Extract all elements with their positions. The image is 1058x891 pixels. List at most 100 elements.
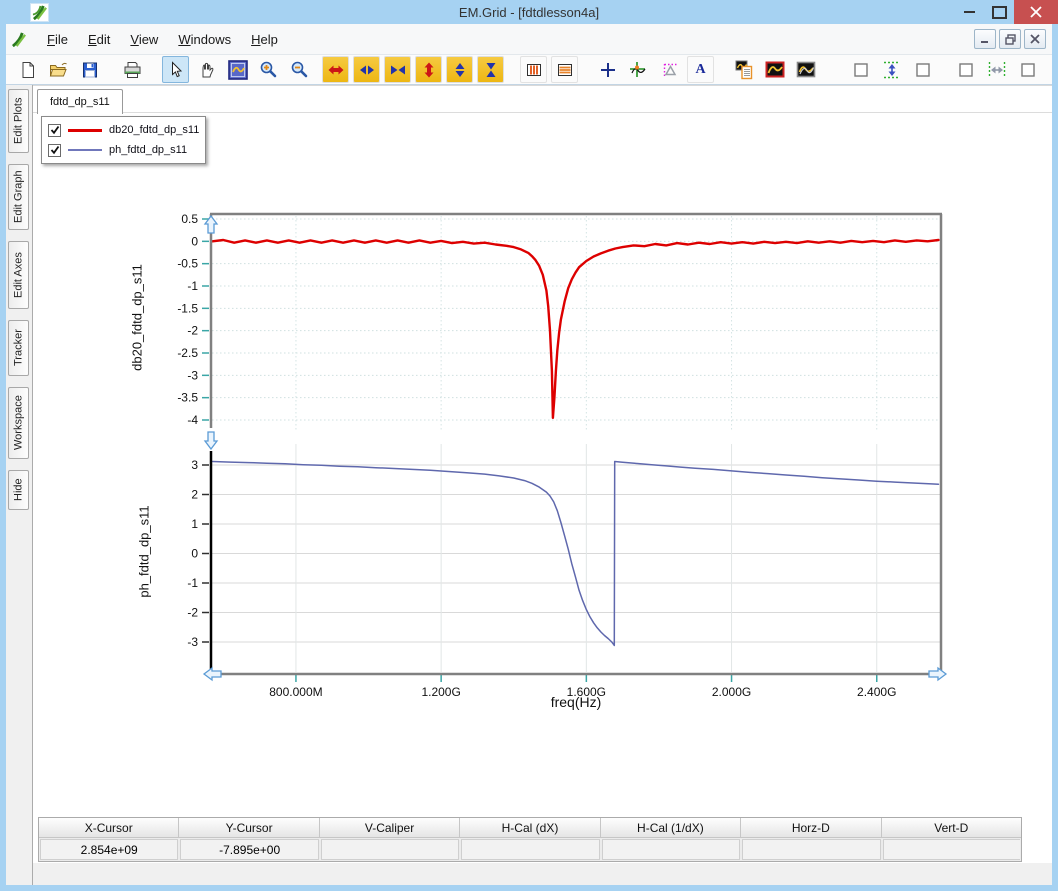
status-col-vert-d: Vert-D: [934, 820, 969, 835]
status-col-h-cal-dx: H-Cal (dX): [460, 818, 601, 837]
subplot-0-gridlines: [212, 216, 940, 431]
svg-text:0: 0: [191, 234, 198, 248]
minimize-button[interactable]: [954, 0, 984, 24]
vertical-spacing-left-checkbox[interactable]: [847, 56, 874, 83]
new-document-icon: [22, 61, 34, 78]
delta-caliper-button[interactable]: [656, 56, 683, 83]
mdi-restore-button[interactable]: [999, 29, 1021, 49]
crosshair-cursor-button[interactable]: [594, 56, 621, 83]
compress-x-icon: [390, 65, 405, 74]
close-button[interactable]: [1014, 0, 1058, 24]
document-tab-label: fdtd_dp_s11: [50, 96, 110, 108]
chart-canvas[interactable]: 0.5 0 -0.5 -1 -1.5 -2 -2.5 -3 -3.5 -4 3 2 1 0 -1 -2 -3 80…: [33, 86, 1052, 836]
horizontal-spacing-icon: [988, 61, 1005, 78]
sidebar-tab-workspace[interactable]: Workspace: [8, 387, 29, 459]
legend-row[interactable]: ph_fdtd_dp_s11: [48, 140, 199, 160]
svg-text:-3: -3: [187, 368, 198, 382]
save-button[interactable]: [76, 56, 103, 83]
horizontal-markers-button[interactable]: [551, 56, 578, 83]
zoom-window-button[interactable]: [224, 56, 251, 83]
horizontal-spacing-right-checkbox[interactable]: [1014, 56, 1041, 83]
svg-text:2.400G: 2.400G: [857, 685, 896, 699]
x-axis-pan-right-arrow[interactable]: [928, 666, 948, 682]
legend-line-swatch: [68, 128, 102, 132]
svg-text:1.200G: 1.200G: [421, 685, 460, 699]
equal-vertical-spacing-button[interactable]: [878, 56, 905, 83]
stretch-x-icon: [359, 65, 374, 74]
expand-x-icon: [328, 65, 343, 74]
legend-row[interactable]: db20_fdtd_dp_s11: [48, 120, 199, 140]
crosshair-icon: [600, 62, 615, 77]
document-tab[interactable]: fdtd_dp_s11: [37, 89, 123, 114]
svg-text:2.000G: 2.000G: [712, 685, 751, 699]
check-icon: [50, 145, 59, 155]
menu-view[interactable]: View: [120, 29, 168, 50]
mdi-minimize-button[interactable]: [974, 29, 996, 49]
sidebar-tab-hide[interactable]: Hide: [8, 470, 29, 510]
vertical-markers-icon: [526, 63, 541, 76]
svg-text:-2: -2: [187, 324, 198, 338]
sidebar-tab-tracker[interactable]: Tracker: [8, 320, 29, 376]
menu-file[interactable]: File: [37, 29, 78, 50]
expand-x-axis-button[interactable]: [322, 56, 349, 83]
horizontal-spacing-left-checkbox[interactable]: [952, 56, 979, 83]
expand-y-axis-button[interactable]: [415, 56, 442, 83]
stretch-x-axis-button[interactable]: [353, 56, 380, 83]
menu-help[interactable]: Help: [241, 29, 288, 50]
legend-checkbox[interactable]: [48, 143, 61, 157]
equal-horizontal-spacing-button[interactable]: [983, 56, 1010, 83]
sidebar-tab-edit-plots[interactable]: Edit Plots: [8, 89, 29, 153]
zoom-window-icon: [227, 59, 248, 80]
status-header-row: X-Cursor Y-Cursor V-Caliper H-Cal (dX) H…: [39, 818, 1021, 838]
plot-legend: db20_fdtd_dp_s11 ph_fdtd_dp_s11: [41, 116, 207, 164]
mdi-close-button[interactable]: [1024, 29, 1046, 49]
single-plot-button[interactable]: [761, 56, 788, 83]
status-value-y-cursor: -7.895e+00: [180, 839, 319, 860]
svg-text:0.5: 0.5: [181, 212, 198, 226]
maximize-button[interactable]: [984, 0, 1014, 24]
vertical-markers-button[interactable]: [520, 56, 547, 83]
sidebar-tab-edit-graph[interactable]: Edit Graph: [8, 164, 29, 230]
print-button[interactable]: [119, 56, 146, 83]
svg-text:-2: -2: [187, 606, 198, 620]
pan-tool-button[interactable]: [193, 56, 220, 83]
tracker-icon: [630, 62, 646, 77]
app-body: File Edit View Windows Help A Edit Plots…: [6, 24, 1052, 885]
menu-edit[interactable]: Edit: [78, 29, 120, 50]
compress-y-icon: [486, 62, 495, 77]
status-value-h-cal-dx: [461, 839, 600, 860]
legend-checkbox[interactable]: [48, 123, 61, 137]
zoom-in-button[interactable]: [255, 56, 282, 83]
tracker-tool-button[interactable]: [625, 56, 652, 83]
new-document-button[interactable]: [14, 56, 41, 83]
plot-properties-button[interactable]: [730, 56, 757, 83]
menu-windows[interactable]: Windows: [168, 29, 241, 50]
series-db20_fdtd_dp_s11: [211, 238, 940, 419]
svg-text:-3.5: -3.5: [177, 391, 198, 405]
minimize-icon: [963, 11, 975, 13]
svg-text:1.600G: 1.600G: [567, 685, 606, 699]
svg-text:0: 0: [191, 547, 198, 561]
stretch-y-axis-button[interactable]: [446, 56, 473, 83]
x-axis-pan-left-arrow[interactable]: [202, 666, 222, 682]
open-file-button[interactable]: [45, 56, 72, 83]
horizontal-markers-icon: [557, 63, 572, 76]
zoom-out-button[interactable]: [286, 56, 313, 83]
vertical-spacing-right-checkbox[interactable]: [909, 56, 936, 83]
plot-list-icon: [735, 60, 752, 79]
multi-plot-button[interactable]: [792, 56, 819, 83]
y-axis-pan-down-arrow[interactable]: [203, 431, 219, 451]
maximize-icon: [991, 5, 1007, 19]
text-tool-button[interactable]: A: [687, 56, 714, 83]
sidebar-tab-edit-axes[interactable]: Edit Axes: [8, 241, 29, 309]
title-bar: EM.Grid - [fdtdlesson4a]: [0, 0, 1058, 24]
legend-label: ph_fdtd_dp_s11: [109, 144, 188, 156]
select-tool-button[interactable]: [162, 56, 189, 83]
compress-x-axis-button[interactable]: [384, 56, 411, 83]
compress-y-axis-button[interactable]: [477, 56, 504, 83]
subplot-0-y-ticks: 0.5 0 -0.5 -1 -1.5 -2 -2.5 -3 -3.5 -4: [177, 212, 209, 427]
svg-text:1: 1: [191, 517, 198, 531]
app-window: EM.Grid - [fdtdlesson4a] File Edit View: [0, 0, 1058, 891]
svg-text:-0.5: -0.5: [177, 257, 198, 271]
cursor-status-table: X-Cursor Y-Cursor V-Caliper H-Cal (dX) H…: [38, 817, 1022, 862]
